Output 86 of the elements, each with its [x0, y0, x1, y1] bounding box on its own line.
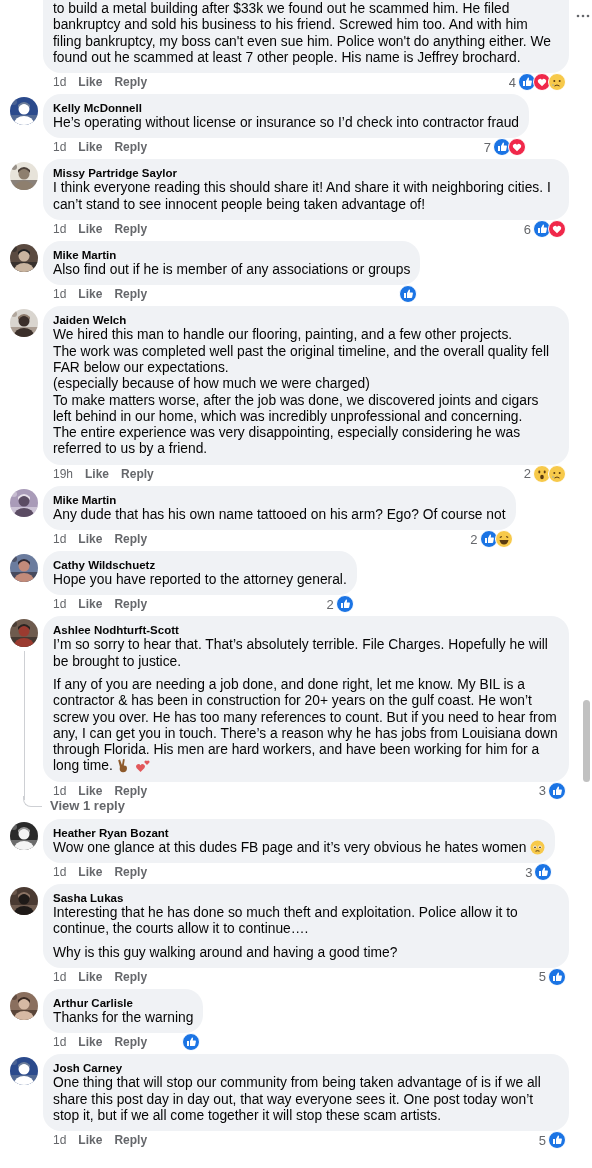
like-link[interactable]: Like — [78, 222, 103, 237]
like-icon — [534, 863, 553, 881]
author-name[interactable]: Josh Carney — [53, 1061, 559, 1076]
comment-text: Any dude that has his own name tattooed on his arm? Ego? Of course not — [53, 506, 506, 524]
flushed-face-icon — [530, 839, 546, 855]
like-icon — [399, 285, 418, 304]
reply-link[interactable]: Reply — [114, 75, 148, 90]
reply-link[interactable]: Reply — [114, 140, 148, 155]
reaction-count: 6 — [523, 221, 531, 237]
scrollbar-thumb[interactable] — [583, 700, 590, 782]
comment-time[interactable]: 1d — [53, 597, 67, 612]
comment-time[interactable]: 19h — [53, 466, 74, 481]
author-name[interactable]: Mike Martin — [53, 492, 506, 507]
reply-link[interactable]: Reply — [114, 287, 148, 302]
like-link[interactable]: Like — [78, 1133, 103, 1148]
reply-link[interactable]: Reply — [114, 969, 148, 984]
author-name[interactable]: Kelly McDonnell — [53, 101, 520, 116]
comment-text: Why is this guy walking around and having a good time? — [53, 944, 399, 961]
reply-link[interactable]: Reply — [121, 466, 154, 481]
comment-time[interactable]: 1d — [53, 783, 67, 798]
two-hearts-icon — [134, 758, 151, 774]
like-link[interactable]: Like — [78, 532, 103, 547]
like-link[interactable]: Like — [78, 75, 103, 90]
like-link[interactable]: Like — [78, 597, 103, 612]
comment-text: to build a metal building after $33k we found out he scammed him. He filed bankruptcy and sold his business to his friend. Screwed him too. And with him filing bankruptcy, my boss can't even sue him. Police won't do anything either. We found out he scammed at least 7 other people. His name is Jeffrey brochard. — [53, 1, 552, 67]
like-link[interactable]: Like — [78, 865, 103, 879]
like-link[interactable]: Like — [78, 783, 103, 798]
author-name[interactable]: Heather Ryan Bozant — [53, 825, 546, 840]
comment-time[interactable]: 1d — [53, 140, 67, 155]
reply-link[interactable]: Reply — [114, 532, 148, 547]
reaction-count: 2 — [523, 466, 531, 482]
comment-time[interactable]: 1d — [53, 865, 67, 879]
like-icon — [548, 781, 566, 800]
comment-text: Interesting that he has done so much theft and exploitation. Police allow it to continue, the courts allow it to continue…. — [53, 905, 519, 938]
reaction-count: 3 — [538, 783, 546, 799]
comment-time[interactable]: 1d — [53, 1133, 67, 1148]
reaction-count: 2 — [470, 531, 478, 547]
author-name[interactable]: Arthur Carlisle — [53, 995, 194, 1010]
view-replies-link[interactable]: View 1 reply — [43, 795, 125, 813]
author-name[interactable]: Cathy Wildschuetz — [53, 558, 347, 573]
like-icon — [548, 1131, 566, 1150]
like-icon — [182, 1033, 201, 1052]
author-name[interactable]: Ashlee Nodhturft-Scott — [53, 623, 559, 638]
reaction-count: 5 — [538, 969, 546, 985]
reply-link[interactable]: Reply — [114, 783, 148, 798]
like-link[interactable]: Like — [85, 466, 110, 481]
author-name[interactable]: Sasha Lukas — [53, 891, 559, 905]
like-link[interactable]: Like — [78, 287, 103, 302]
comment-text: I’m so sorry to hear that. That’s absolutely terrible. File Charges. Hopefully he will be brought to justice. — [53, 637, 549, 670]
comment-text: Hope you have reported to the attorney general. — [53, 572, 347, 589]
like-icon — [335, 595, 354, 614]
like-link[interactable]: Like — [78, 140, 103, 155]
reaction-count: 3 — [525, 864, 533, 880]
comment-text: Also find out if he is member of any associations or groups — [53, 262, 411, 279]
comment-time[interactable]: 1d — [53, 1035, 67, 1050]
comment-text: Thanks for the warning — [53, 1009, 194, 1027]
reply-link[interactable]: Reply — [114, 1035, 148, 1050]
comment-text: One thing that will stop our community from being taken advantage of is if we all share this post day in day out, that way everyone sees it. One post today won’t stop it, but if we all come together it will stop these scam artists. — [53, 1075, 542, 1125]
reaction-count: 5 — [538, 1132, 546, 1148]
comment-time[interactable]: 1d — [53, 75, 67, 90]
sad-face-icon — [548, 464, 566, 483]
comment-text: If any of you are needing a job done, and done right, let me know. My BIL is a contractor & has been in construction for 20+ years on the gulf coast. He won’t screw you over. He has too many references to count. But if you need to hear from any, I can get you in touch. There’s a reason why he has jobs from Louisiana down through Florida. His men are hard workers, and have been working for him for a long time. — [53, 676, 559, 775]
like-link[interactable]: Like — [78, 1035, 103, 1050]
reaction-count: 2 — [326, 596, 334, 612]
like-icon — [548, 967, 566, 986]
like-link[interactable]: Like — [78, 969, 103, 984]
comment-text: He’s operating without license or insurance so I’d check into contractor fraud — [53, 115, 520, 132]
author-name[interactable]: Missy Partridge Saylor — [53, 166, 559, 181]
comment-time[interactable]: 1d — [53, 287, 67, 302]
reaction-count: 4 — [508, 74, 516, 90]
sad-face-icon — [548, 73, 566, 92]
comment-text: We hired this man to handle our flooring, painting, and a few other projects. The work was completed well past the original timeline, and the overall quality fell FAR below our expectations. (especially because of how much we were charged) To make matters worse, after the job was done, we discovered joints and cigars left behind in our home, which was incredibly unprofessional and concerning. The entire experience was very disappointing, especially considering he was referred to us by a friend. — [53, 327, 551, 458]
author-name[interactable]: Jaiden Welch — [53, 313, 559, 328]
comment-time[interactable]: 1d — [53, 222, 67, 237]
laughing-face-icon — [494, 530, 513, 549]
reply-link[interactable]: Reply — [114, 222, 148, 237]
comment-time[interactable]: 1d — [53, 969, 67, 984]
comment-time[interactable]: 1d — [53, 532, 67, 547]
author-name[interactable]: Mike Martin — [53, 248, 411, 263]
reply-link[interactable]: Reply — [114, 865, 148, 879]
comment-text: I think everyone reading this should share it! And share it with neighboring cities. I can’t stand to see innocent people being taken advantage of! — [53, 180, 552, 214]
reply-link[interactable]: Reply — [114, 1133, 148, 1148]
reaction-count: 7 — [483, 140, 492, 155]
reply-link[interactable]: Reply — [114, 597, 148, 612]
comment-text: Wow one glance at this dudes FB page and it’s very obvious he hates women — [53, 839, 546, 856]
more-options-icon[interactable] — [576, 14, 590, 18]
